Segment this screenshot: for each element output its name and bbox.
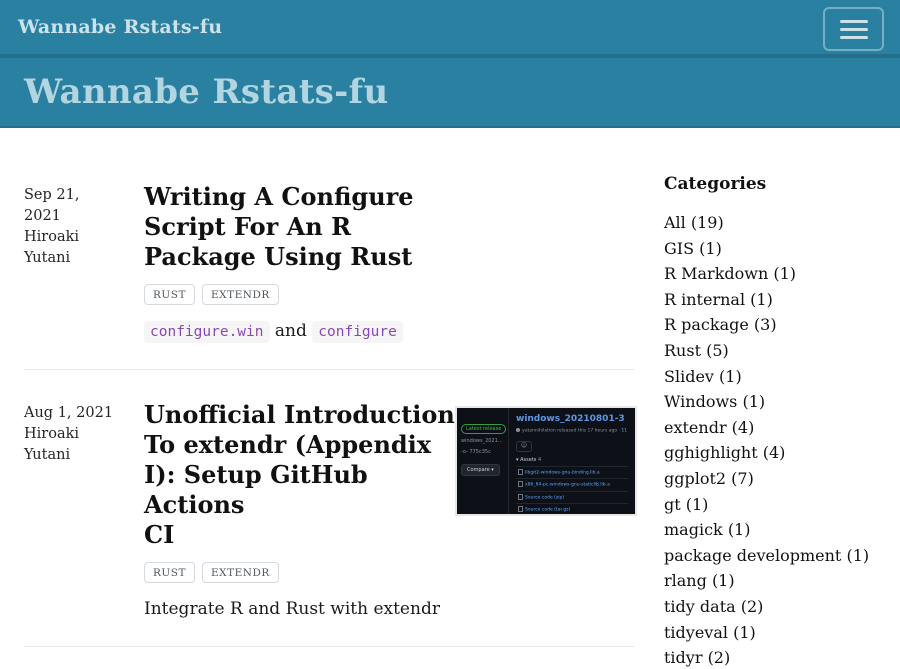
post-meta: Aug 1, 2021 Hiroaki Yutani bbox=[24, 400, 144, 622]
release-commits-link: 11 commits to main since this release bbox=[621, 429, 628, 434]
category-link[interactable]: R Markdown (1) bbox=[664, 261, 900, 287]
avatar bbox=[516, 428, 520, 432]
category-link[interactable]: gghighlight (4) bbox=[664, 440, 900, 466]
post-thumbnail-slot bbox=[455, 182, 637, 345]
release-tag-name: windows_2021… bbox=[461, 438, 504, 445]
latest-release-badge: Latest release bbox=[461, 424, 506, 434]
inline-code: configure bbox=[312, 321, 403, 343]
inline-code: configure.win bbox=[144, 321, 270, 343]
navbar-brand[interactable]: Wannabe Rstats-fu bbox=[18, 16, 222, 38]
post-description: Integrate R and Rust with extendr bbox=[144, 596, 455, 622]
post-thumbnail-image[interactable]: Latest release windows_2021… -o- 775c35c… bbox=[455, 406, 637, 516]
category-link[interactable]: magick (1) bbox=[664, 517, 900, 543]
release-byline: yutannihilation released this 17 hours a… bbox=[516, 428, 628, 435]
release-main: windows_20210801-3 yutannihilation relea… bbox=[509, 408, 635, 514]
assets-list: libgit2-windows-gnu-binding.lib.a x86_64-… bbox=[516, 466, 628, 515]
post-date: Sep 21, 2021 bbox=[24, 185, 118, 227]
release-commit-hash: -o- 775c35c bbox=[461, 449, 504, 456]
tag-pill: EXTENDR bbox=[202, 284, 279, 305]
category-link[interactable]: Windows (1) bbox=[664, 389, 900, 415]
file-icon bbox=[518, 469, 523, 475]
post-meta: Sep 21, 2021 Hiroaki Yutani bbox=[24, 182, 144, 345]
assets-label: Assets bbox=[520, 457, 536, 463]
category-link[interactable]: R package (3) bbox=[664, 312, 900, 338]
category-link[interactable]: extendr (4) bbox=[664, 415, 900, 441]
asset-link: x86_64-pc-windows-gnu-staticlib.lib.a bbox=[516, 478, 628, 491]
assets-section: ▾ Assets 4 libgit2-windows-gnu-binding.l… bbox=[516, 457, 628, 515]
release-sidebar: Latest release windows_2021… -o- 775c35c… bbox=[457, 408, 509, 514]
category-link[interactable]: All (19) bbox=[664, 210, 900, 236]
release-title: windows_20210801-3 bbox=[516, 414, 628, 425]
navbar-toggler-button[interactable] bbox=[823, 7, 884, 51]
category-link[interactable]: tidy data (2) bbox=[664, 594, 900, 620]
post-divider bbox=[24, 646, 634, 647]
page-body: Sep 21, 2021 Hiroaki Yutani Writing A Co… bbox=[0, 128, 900, 669]
post-content: Unofficial Introduction To extendr (Appe… bbox=[144, 400, 455, 622]
category-link[interactable]: R internal (1) bbox=[664, 287, 900, 313]
post-thumbnail-slot: Latest release windows_2021… -o- 775c35c… bbox=[455, 400, 637, 622]
post-item[interactable]: Sep 21, 2021 Hiroaki Yutani Writing A Co… bbox=[24, 182, 640, 400]
category-link[interactable]: tidyr (2) bbox=[664, 645, 900, 669]
tag-pill: RUST bbox=[144, 284, 195, 305]
tag-pill: RUST bbox=[144, 562, 195, 583]
category-link[interactable]: gt (1) bbox=[664, 492, 900, 518]
category-list: All (19)GIS (1)R Markdown (1)R internal … bbox=[664, 210, 900, 669]
category-link[interactable]: tidyeval (1) bbox=[664, 620, 900, 646]
post-title[interactable]: Unofficial Introduction To extendr (Appe… bbox=[144, 400, 455, 550]
compare-button: Compare ▾ bbox=[461, 464, 500, 476]
site-header: Wannabe Rstats-fu bbox=[0, 58, 900, 128]
category-link[interactable]: ggplot2 (7) bbox=[664, 466, 900, 492]
page-title: Wannabe Rstats-fu bbox=[24, 72, 389, 112]
asset-name: x86_64-pc-windows-gnu-staticlib.lib.a bbox=[525, 483, 610, 488]
asset-link: Source code (zip) bbox=[516, 491, 628, 504]
top-navbar: Wannabe Rstats-fu bbox=[0, 0, 900, 58]
category-link[interactable]: rlang (1) bbox=[664, 568, 900, 594]
release-byline-text: released this 17 hours ago · bbox=[556, 429, 622, 434]
category-link[interactable]: Rust (5) bbox=[664, 338, 900, 364]
category-link[interactable]: Slidev (1) bbox=[664, 364, 900, 390]
post-content: Writing A Configure Script For An R Pack… bbox=[144, 182, 455, 345]
post-author: Hiroaki Yutani bbox=[24, 424, 118, 466]
assets-header: ▾ Assets 4 bbox=[516, 457, 628, 464]
post-divider bbox=[24, 369, 634, 370]
asset-link: libgit2-windows-gnu-binding.lib.a bbox=[516, 466, 628, 479]
post-item[interactable]: Aug 1, 2021 Hiroaki Yutani Unofficial In… bbox=[24, 400, 640, 669]
asset-name: Source code (tar.gz) bbox=[525, 508, 570, 513]
assets-count: 4 bbox=[538, 457, 541, 463]
file-icon bbox=[518, 481, 523, 487]
tag-pill: EXTENDR bbox=[202, 562, 279, 583]
post-tags: RUST EXTENDR bbox=[144, 284, 455, 305]
post-date: Aug 1, 2021 bbox=[24, 403, 118, 424]
description-text: and bbox=[270, 321, 313, 341]
post-tags: RUST EXTENDR bbox=[144, 562, 455, 583]
release-author: yutannihilation bbox=[522, 429, 556, 434]
category-link[interactable]: GIS (1) bbox=[664, 236, 900, 262]
post-description: configure.win and configure bbox=[144, 318, 455, 345]
asset-link: Source code (tar.gz) bbox=[516, 503, 628, 514]
hamburger-icon bbox=[840, 20, 868, 39]
categories-sidebar: Categories All (19)GIS (1)R Markdown (1)… bbox=[640, 128, 900, 669]
post-title[interactable]: Writing A Configure Script For An R Pack… bbox=[144, 182, 455, 272]
asset-name: libgit2-windows-gnu-binding.lib.a bbox=[525, 470, 600, 475]
category-link[interactable]: package development (1) bbox=[664, 543, 900, 569]
file-icon bbox=[518, 494, 523, 500]
smiley-icon: ☺ bbox=[516, 441, 532, 452]
post-list: Sep 21, 2021 Hiroaki Yutani Writing A Co… bbox=[0, 128, 640, 669]
file-icon bbox=[518, 506, 523, 512]
post-author: Hiroaki Yutani bbox=[24, 227, 118, 269]
asset-name: Source code (zip) bbox=[525, 495, 564, 500]
categories-heading: Categories bbox=[664, 174, 900, 194]
